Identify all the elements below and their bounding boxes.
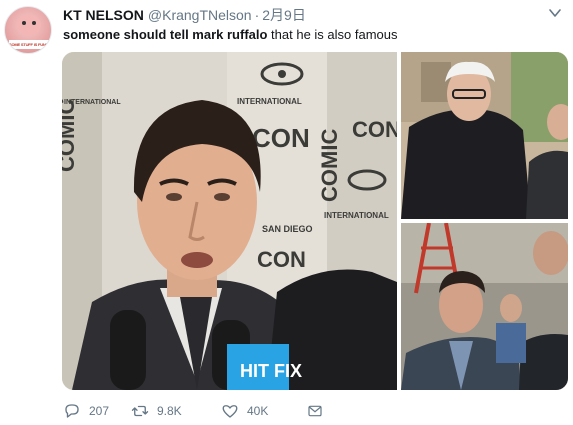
author-handle[interactable]: @KrangTNelson [148,7,252,23]
retweet-count: 9.8K [157,404,182,418]
sign-word-con-2: CON [352,117,397,142]
retweet-icon [131,405,149,417]
dm-button[interactable] [307,402,331,420]
tweet-header: KT NELSON @KrangTNelson · 2月9日 [63,5,306,23]
like-count: 40K [247,404,269,418]
tweet-text-rest: that he is also famous [267,27,398,42]
chevron-down-icon[interactable] [547,6,563,20]
retweet-button[interactable]: 9.8K [131,402,221,420]
photo-top-right[interactable] [401,52,568,219]
tweet-timestamp[interactable]: 2月9日 [262,5,306,25]
sign-word-sandiego: SAN DIEGO [262,224,313,234]
avatar-eye-right [32,21,36,25]
heart-icon [222,405,238,418]
avatar-face [17,15,41,35]
sign-word-con-1: CON [252,123,310,153]
reply-icon [65,404,79,418]
tweet-text: someone should tell mark ruffalo that he… [63,27,398,42]
avatar[interactable]: SOME STUFF IS FUNNY BUT [4,6,52,54]
sign-word-intl-1: INTERNATIONAL [237,97,302,106]
avatar-caption: SOME STUFF IS FUNNY BUT [9,40,49,49]
tweet-actions: 207 9.8K 40K [63,401,331,421]
mic-flag-text: HIT FIX [240,361,302,381]
envelope-icon [308,405,322,417]
tweet-card[interactable]: SOME STUFF IS FUNNY BUT KT NELSON @Krang… [0,0,573,425]
media-grid: COMIC COMIC CON CON CON INTERNATIONAL IN… [62,52,568,390]
photo-bottom-right[interactable] [401,223,568,390]
reply-count: 207 [89,404,110,418]
sign-word-comic-1: COMIC [62,99,79,172]
sign-word-intl-2: INTERNATIONAL [324,211,389,220]
avatar-eye-left [22,21,26,25]
photo-main[interactable]: COMIC COMIC CON CON CON INTERNATIONAL IN… [62,52,397,390]
sign-word-con-3: CON [257,247,306,272]
sign-word-comic-2: COMIC [317,129,342,202]
separator-dot: · [254,7,260,23]
author-name[interactable]: KT NELSON [63,7,144,23]
reply-button[interactable]: 207 [63,402,131,420]
like-button[interactable]: 40K [221,402,307,420]
sign-word-intl-3: INTERNATIONAL [64,99,121,106]
tweet-text-bold: someone should tell mark ruffalo [63,27,268,42]
